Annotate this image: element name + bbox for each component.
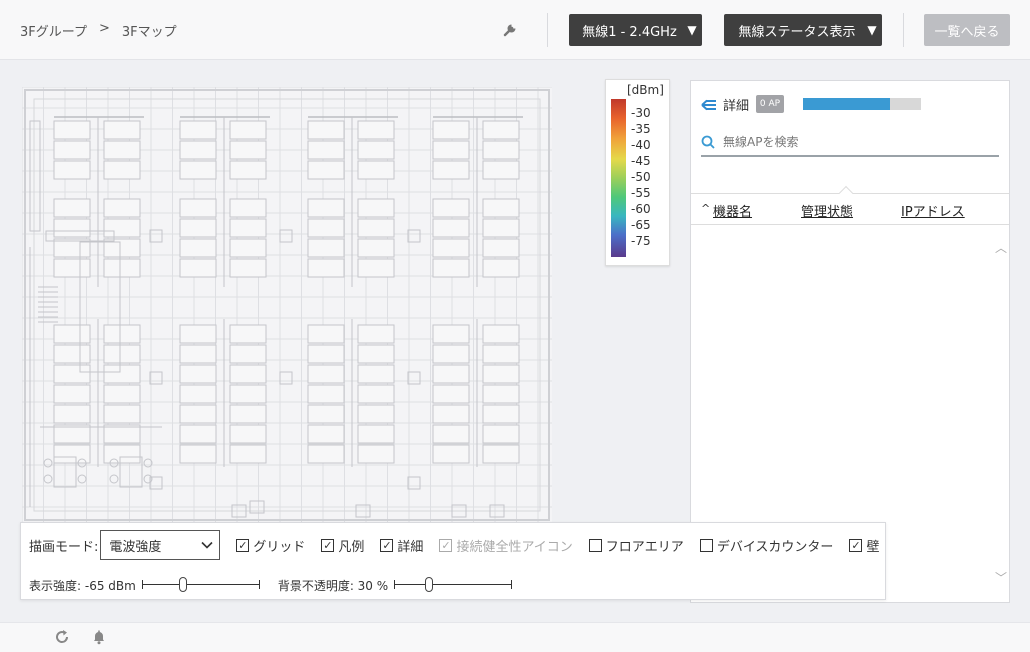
breadcrumb-group[interactable]: 3Fグループ [20, 21, 87, 40]
search-icon [701, 135, 715, 149]
scroll-down-icon[interactable]: ﹀ [995, 569, 1007, 586]
bell-icon[interactable] [91, 629, 107, 645]
table-notch [838, 185, 854, 201]
checkbox-box[interactable] [699, 538, 713, 552]
caret-down-icon: ▼ [687, 23, 697, 37]
bottom-bar [0, 622, 1030, 652]
checkbox-floor-area[interactable]: フロアエリア [588, 536, 684, 555]
checkbox-legend[interactable]: ✓ 凡例 [321, 536, 364, 555]
ap-table-scrollbar[interactable]: ︿ ﹀ [995, 239, 1007, 589]
draw-mode-label: 描画モード: [29, 539, 99, 555]
divider [903, 13, 904, 47]
collapse-arrow-icon[interactable] [701, 99, 717, 111]
background-opacity-slider[interactable] [394, 577, 513, 593]
signal-legend: [dBm] -30 -35 -40 -45 -50 -55 -60 -65 -7… [605, 79, 670, 266]
wireless-status-select[interactable]: 無線ステータス表示 ▼ [724, 14, 882, 46]
back-to-list-button[interactable]: 一覧へ戻る [924, 14, 1010, 46]
legend-tick: -65 [631, 218, 651, 232]
legend-tick: -75 [631, 234, 651, 248]
ap-table-header: ^ 機器名 管理状態 IPアドレス [691, 185, 1009, 225]
checkbox-box[interactable]: ✓ [236, 538, 250, 552]
legend-tick: -35 [631, 122, 651, 136]
legend-tick: -30 [631, 106, 651, 120]
caret-down-icon: ▼ [867, 23, 877, 37]
slider-handle[interactable] [425, 577, 434, 592]
refresh-icon[interactable] [54, 629, 70, 645]
checkbox-box[interactable]: ✓ [321, 538, 335, 552]
ap-search[interactable] [701, 129, 999, 157]
legend-tick: -45 [631, 154, 651, 168]
slider-handle[interactable] [178, 577, 187, 592]
floor-plan-drawing [22, 87, 552, 523]
legend-tick: -60 [631, 202, 651, 216]
checkbox-box[interactable] [588, 538, 602, 552]
column-ip-address[interactable]: IPアドレス [901, 201, 965, 220]
breadcrumb-separator: > [98, 21, 110, 36]
legend-tick: -50 [631, 170, 651, 184]
scroll-up-icon[interactable]: ︿ [995, 239, 1007, 256]
legend-color-bar [611, 99, 626, 257]
top-bar: 3Fグループ > 3Fマップ 無線1 - 2.4GHz ▼ 無線ステータス表示 ▼ … [0, 0, 1030, 60]
breadcrumb: 3Fグループ > 3Fマップ [20, 21, 177, 40]
checkbox-connection-health-icon: ✓ 接続健全性アイコン [439, 538, 573, 555]
ap-search-input[interactable] [723, 135, 973, 149]
checkbox-box[interactable]: ✓ [849, 538, 863, 552]
ap-count-badge: 0 AP [756, 95, 784, 113]
checkbox-device-counter[interactable]: デバイスカウンター [699, 536, 833, 555]
legend-ticks: -30 -35 -40 -45 -50 -55 -60 -65 -75 [631, 105, 651, 249]
column-management-status[interactable]: 管理状態 [801, 201, 853, 220]
floor-plan-map[interactable] [22, 87, 552, 523]
wireless-band-select[interactable]: 無線1 - 2.4GHz ▼ [569, 14, 702, 46]
display-strength-slider[interactable] [141, 577, 260, 593]
column-device-name[interactable]: 機器名 [713, 201, 752, 220]
legend-tick: -40 [631, 138, 651, 152]
checkbox-grid[interactable]: ✓ グリッド [236, 536, 305, 555]
ap-progress-bar [803, 98, 921, 110]
checkbox-box: ✓ [439, 538, 453, 552]
display-strength-label: 表示強度: -65 dBm [29, 578, 136, 593]
detail-title: 詳細 [723, 99, 750, 114]
divider [547, 13, 548, 47]
chevron-down-icon [201, 541, 213, 549]
draw-mode-select[interactable]: 電波強度 [100, 530, 221, 560]
legend-tick: -55 [631, 186, 651, 200]
detail-header[interactable]: 詳細 [701, 95, 749, 114]
display-controls: 描画モード: 電波強度 ✓ グリッド ✓ 凡例 ✓ 詳細 ✓ 接続健全性アイコン フロア… [20, 522, 886, 600]
breadcrumb-map: 3Fマップ [121, 25, 177, 40]
checkbox-box[interactable]: ✓ [380, 538, 394, 552]
ap-progress-fill [803, 98, 891, 110]
wrench-icon[interactable] [502, 20, 520, 38]
checkbox-detail[interactable]: ✓ 詳細 [380, 536, 423, 555]
background-opacity-label: 背景不透明度: 30 % [277, 578, 389, 593]
legend-unit: [dBm] [627, 83, 664, 97]
checkbox-wall[interactable]: ✓ 壁 [849, 536, 879, 555]
sort-up-icon[interactable]: ^ [701, 202, 710, 215]
